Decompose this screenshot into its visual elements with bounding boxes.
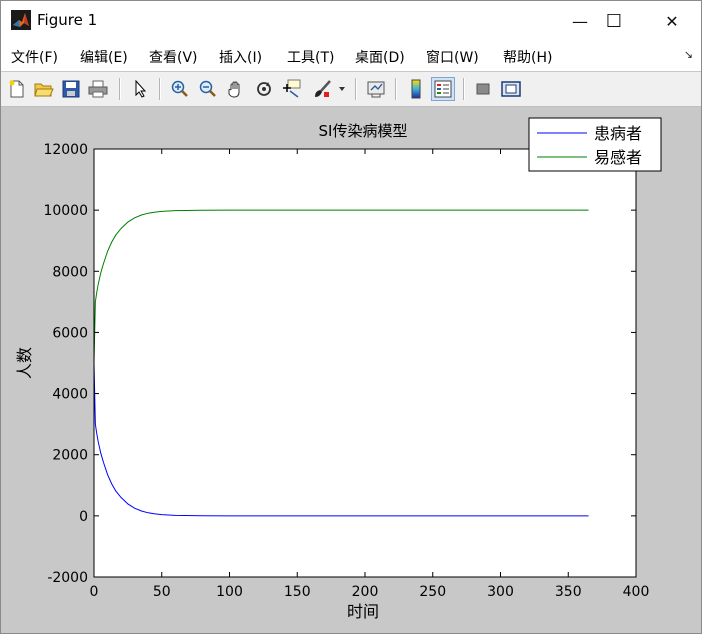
- y-tick-label: 0: [79, 509, 88, 525]
- data-cursor-button[interactable]: [280, 77, 304, 101]
- rotate-3d-icon: [257, 82, 271, 96]
- pan-hand-icon: [228, 81, 240, 98]
- close-icon: ✕: [665, 11, 679, 31]
- minimize-icon: —: [572, 11, 588, 31]
- zoom-in-button[interactable]: [168, 77, 192, 101]
- maximize-button[interactable]: ☐: [591, 1, 637, 41]
- x-tick-label: 100: [216, 584, 243, 600]
- legend[interactable]: 患病者 易感者: [528, 117, 662, 172]
- show-plot-tools-button[interactable]: [499, 77, 523, 101]
- menu-window[interactable]: 窗口(W): [426, 47, 479, 67]
- maximize-icon: ☐: [605, 10, 623, 32]
- y-tick-label: 10000: [43, 203, 88, 219]
- print-icon: [88, 80, 108, 98]
- rotate-3d-button[interactable]: [252, 77, 276, 101]
- figure-canvas: 0 50 100 150 200 250 300 350 400 -2000 0 2000 4000 6…: [1, 107, 701, 633]
- x-tick-label: 250: [419, 584, 446, 600]
- x-tick-label: 200: [352, 584, 379, 600]
- zoom-out-button[interactable]: [196, 77, 220, 101]
- y-tick-label: 6000: [52, 325, 88, 341]
- legend-icon: [434, 80, 452, 98]
- x-axis-label: 时间: [347, 602, 379, 621]
- close-button[interactable]: ✕: [649, 1, 695, 41]
- y-tick-label: 4000: [52, 387, 88, 403]
- y-tick-label: 2000: [52, 448, 88, 464]
- hide-plot-tools-icon: [476, 83, 490, 95]
- si-model-chart: 0 50 100 150 200 250 300 350 400 -20000200040006…: [15, 117, 662, 621]
- new-figure-button[interactable]: [5, 77, 29, 101]
- pointer-button[interactable]: [129, 77, 153, 101]
- brush-button[interactable]: [310, 77, 334, 101]
- x-tick-label: 50: [153, 584, 171, 600]
- dock-arrow-icon[interactable]: ↘: [684, 48, 693, 61]
- x-tick-label: 0: [90, 584, 99, 600]
- toolbar-separator: [395, 78, 396, 100]
- toolbar-separator: [119, 78, 120, 100]
- menu-edit[interactable]: 编辑(E): [80, 47, 128, 67]
- toolbar-separator: [159, 78, 160, 100]
- y-tick-label: 12000: [43, 142, 88, 158]
- open-file-button[interactable]: [32, 77, 56, 101]
- open-file-icon: [34, 83, 54, 97]
- pan-button[interactable]: [224, 77, 248, 101]
- figure-toolbar: [1, 72, 701, 107]
- y-tick-label: 8000: [52, 264, 88, 280]
- data-cursor-icon: [283, 79, 301, 98]
- zoom-out-icon: [199, 80, 216, 97]
- figure-window: Figure 1 — ☐ ✕ 文件(F) 编辑(E) 查看(V) 插入(I) 工…: [0, 0, 702, 634]
- zoom-in-icon: [171, 80, 188, 97]
- pointer-icon: [135, 80, 147, 98]
- menu-help[interactable]: 帮助(H): [503, 47, 552, 67]
- toolbar-separator: [463, 78, 464, 100]
- link-plot-button[interactable]: [364, 77, 388, 101]
- menu-view[interactable]: 查看(V): [149, 47, 198, 67]
- y-axis-label: 人数: [15, 347, 34, 379]
- legend-label-infected: 患病者: [594, 124, 642, 143]
- colorbar-button[interactable]: [404, 77, 428, 101]
- legend-button[interactable]: [431, 77, 455, 101]
- legend-label-susceptible: 易感者: [594, 148, 642, 167]
- menu-insert[interactable]: 插入(I): [219, 47, 262, 67]
- save-button[interactable]: [59, 77, 83, 101]
- menu-file[interactable]: 文件(F): [11, 47, 58, 67]
- x-tick-label: 350: [555, 584, 582, 600]
- brush-menu-button[interactable]: [335, 77, 349, 101]
- chart-title: SI传染病模型: [319, 122, 408, 140]
- link-plot-icon: [367, 81, 385, 98]
- matlab-logo-icon: [11, 10, 31, 30]
- menu-desktop[interactable]: 桌面(D): [355, 47, 405, 67]
- title-bar: Figure 1 — ☐ ✕: [1, 1, 701, 41]
- toolbar-separator: [355, 78, 356, 100]
- menu-tools[interactable]: 工具(T): [287, 47, 334, 67]
- show-plot-tools-icon: [501, 81, 521, 97]
- chevron-down-icon: [339, 87, 345, 91]
- x-tick-label: 400: [623, 584, 650, 600]
- save-icon: [62, 80, 80, 98]
- colorbar-icon: [411, 79, 421, 99]
- menu-bar: 文件(F) 编辑(E) 查看(V) 插入(I) 工具(T) 桌面(D) 窗口(W…: [1, 41, 701, 71]
- window-title: Figure 1: [37, 11, 98, 29]
- x-tick-label: 150: [284, 584, 311, 600]
- new-figure-icon: [9, 80, 24, 98]
- y-tick-label: -2000: [47, 570, 88, 586]
- axes-background: [94, 149, 636, 577]
- hide-plot-tools-button[interactable]: [471, 77, 495, 101]
- x-tick-label: 300: [487, 584, 514, 600]
- print-button[interactable]: [86, 77, 110, 101]
- brush-icon: [315, 80, 331, 97]
